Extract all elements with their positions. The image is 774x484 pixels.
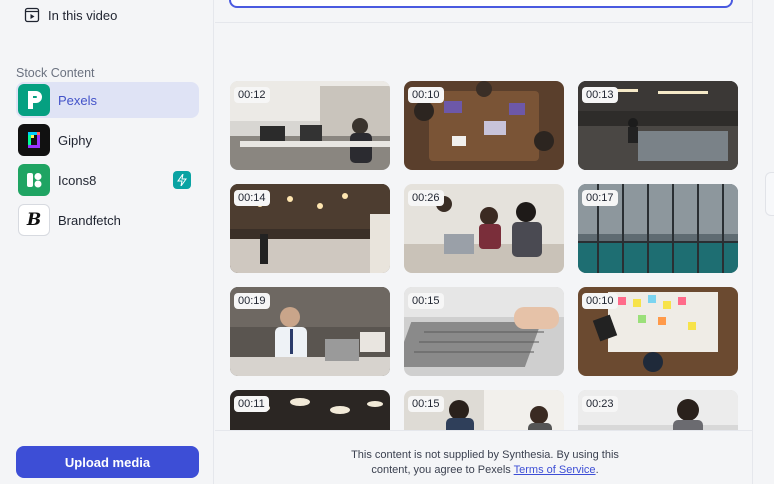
duration-badge: 00:11 [234, 396, 269, 412]
terms-of-service-link[interactable]: Terms of Service [514, 464, 596, 476]
attribution-footer: This content is not supplied by Synthesi… [215, 430, 752, 484]
duration-badge: 00:15 [408, 293, 444, 309]
video-thumbnail[interactable]: 00:12 [230, 81, 390, 170]
sidebar-item-label: Icons8 [58, 172, 97, 188]
stock-media-panel: 00:12 00:10 00:13 00:14 00:26 00:17 00:1… [215, 0, 752, 484]
video-thumbnail[interactable]: 00:23 [578, 390, 738, 430]
search-input[interactable] [229, 0, 733, 8]
panel-collapse-handle[interactable] [765, 172, 774, 216]
pexels-logo-icon [18, 84, 50, 116]
sidebar: In this video Stock Content Pexels Giphy [0, 0, 214, 484]
sidebar-item-pexels[interactable]: Pexels [16, 82, 199, 118]
sidebar-item-label: Brandfetch [58, 212, 121, 228]
video-thumbnail[interactable]: 00:19 [230, 287, 390, 376]
in-this-video-label: In this video [48, 7, 118, 23]
video-thumbnail[interactable]: 00:26 [404, 184, 564, 273]
media-grid[interactable]: 00:12 00:10 00:13 00:14 00:26 00:17 00:1… [215, 23, 752, 430]
video-thumbnail[interactable]: 00:15 [404, 287, 564, 376]
stock-content-heading: Stock Content [16, 66, 95, 80]
sidebar-item-giphy[interactable]: Giphy [16, 122, 199, 158]
giphy-logo-icon [18, 124, 50, 156]
duration-badge: 00:10 [408, 87, 444, 103]
icons8-logo-icon [18, 164, 50, 196]
duration-badge: 00:19 [234, 293, 270, 309]
video-thumbnail[interactable]: 00:11 [230, 390, 390, 430]
duration-badge: 00:23 [582, 396, 618, 412]
video-thumbnail[interactable]: 00:13 [578, 81, 738, 170]
right-panel-edge [752, 0, 774, 484]
attribution-text-end: . [595, 464, 599, 476]
video-thumbnail[interactable]: 00:10 [578, 287, 738, 376]
brandfetch-logo-icon: B [18, 204, 50, 236]
sidebar-item-label: Giphy [58, 132, 92, 148]
video-thumbnail[interactable]: 00:10 [404, 81, 564, 170]
video-thumbnail[interactable]: 00:15 [404, 390, 564, 430]
in-this-video-item[interactable]: In this video [24, 4, 117, 26]
duration-badge: 00:14 [234, 190, 270, 206]
duration-badge: 00:15 [408, 396, 444, 412]
video-thumbnail[interactable]: 00:17 [578, 184, 738, 273]
duration-badge: 00:17 [582, 190, 618, 206]
attribution-text: This content is not supplied by Synthesi… [335, 448, 635, 478]
duration-badge: 00:26 [408, 190, 444, 206]
duration-badge: 00:10 [582, 293, 618, 309]
duration-badge: 00:12 [234, 87, 270, 103]
sidebar-item-brandfetch[interactable]: B Brandfetch [16, 202, 199, 238]
sidebar-item-label: Pexels [58, 92, 98, 108]
video-frame-icon [24, 7, 40, 23]
video-thumbnail[interactable]: 00:14 [230, 184, 390, 273]
upload-media-button[interactable]: Upload media [16, 446, 199, 478]
duration-badge: 00:13 [582, 87, 618, 103]
sidebar-item-icons8[interactable]: Icons8 [16, 162, 199, 198]
lightning-bolt-icon [173, 171, 191, 189]
